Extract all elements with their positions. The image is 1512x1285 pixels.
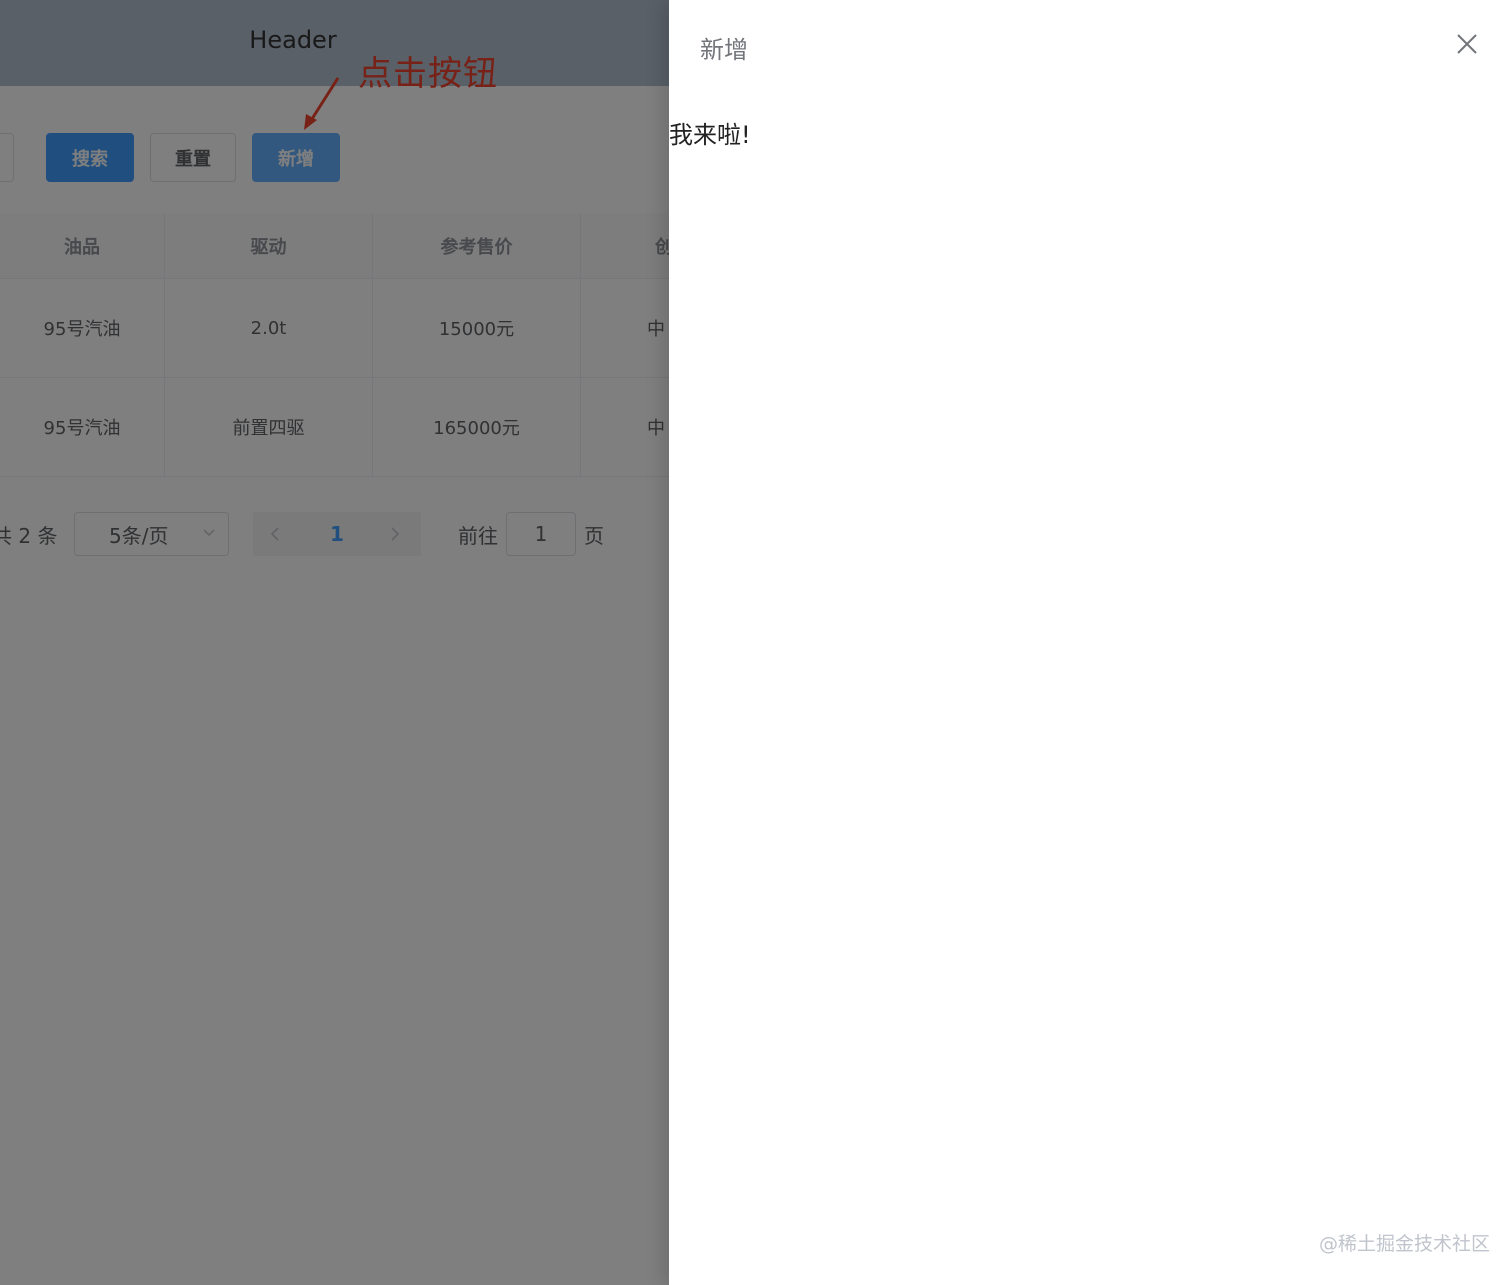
watermark: @稀土掘金技术社区 — [1319, 1233, 1491, 1255]
close-icon[interactable] — [1454, 31, 1480, 57]
drawer-body-text: 我来啦! — [669, 121, 751, 149]
drawer-title: 新增 — [700, 36, 748, 64]
add-drawer: 新增 我来啦! @稀土掘金技术社区 — [669, 0, 1512, 1285]
